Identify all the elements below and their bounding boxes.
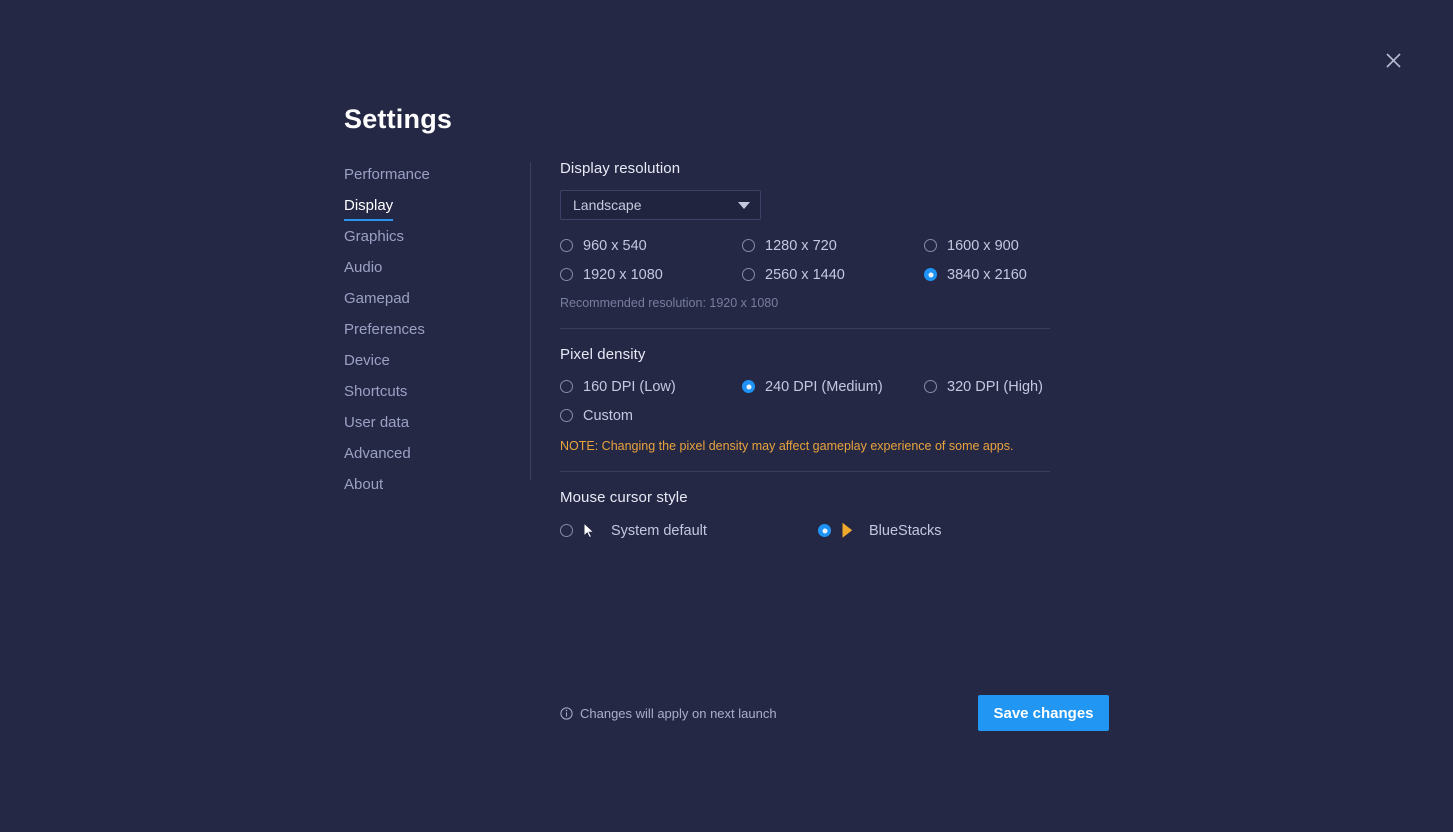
sidebar-item-user-data[interactable]: User data: [344, 413, 519, 444]
sidebar-item-label: Display: [344, 196, 394, 221]
resolution-option-1600x900[interactable]: 1600 x 900: [924, 235, 1050, 256]
mouse-cursor-style-title: Mouse cursor style: [560, 489, 688, 506]
sidebar-item-audio[interactable]: Audio: [344, 258, 519, 289]
orientation-dropdown-value: Landscape: [573, 197, 642, 213]
sidebar-item-performance[interactable]: Performance: [344, 165, 519, 196]
info-icon: [560, 706, 573, 720]
resolution-option-label: 2560 x 1440: [765, 266, 845, 283]
sidebar-item-label: Audio: [344, 259, 383, 276]
pixel-density-section: Pixel density 160 DPI (Low) 240 DPI (Med…: [560, 346, 1050, 453]
pixel-density-radio-group: 160 DPI (Low) 240 DPI (Medium) 320 DPI (…: [560, 376, 1050, 426]
mouse-cursor-radio-group: System default BlueStacks: [560, 520, 1050, 541]
sidebar-item-graphics[interactable]: Graphics: [344, 227, 519, 258]
pixel-density-option-240[interactable]: 240 DPI (Medium): [742, 376, 924, 397]
radio-icon: [560, 409, 573, 422]
radio-icon: [560, 268, 573, 281]
resolution-option-3840x2160[interactable]: 3840 x 2160: [924, 264, 1050, 285]
pixel-density-option-label: 320 DPI (High): [947, 378, 1043, 395]
settings-sidebar: Performance Display Graphics Audio Gamep…: [344, 165, 519, 506]
pixel-density-option-160[interactable]: 160 DPI (Low): [560, 376, 742, 397]
bluestacks-cursor-icon: [841, 522, 857, 539]
settings-content: Display resolution Landscape 960 x 540 1…: [560, 160, 1050, 541]
mouse-cursor-style-section: Mouse cursor style System default BlueSt…: [560, 489, 1050, 541]
sidebar-item-device[interactable]: Device: [344, 351, 519, 382]
save-changes-button[interactable]: Save changes: [978, 695, 1109, 731]
radio-icon: [924, 268, 937, 281]
cursor-option-label: System default: [611, 522, 707, 539]
sidebar-item-gamepad[interactable]: Gamepad: [344, 289, 519, 320]
cursor-option-system-default[interactable]: System default: [560, 520, 818, 541]
system-cursor-icon: [583, 522, 599, 539]
footer-note-text: Changes will apply on next launch: [580, 705, 777, 721]
radio-icon: [924, 239, 937, 252]
sidebar-item-label: Device: [344, 352, 390, 369]
radio-icon: [560, 524, 573, 537]
sidebar-item-about[interactable]: About: [344, 475, 519, 506]
resolution-option-label: 960 x 540: [583, 237, 647, 254]
resolution-radio-group: 960 x 540 1280 x 720 1600 x 900 1920 x 1…: [560, 235, 1050, 285]
pixel-density-title: Pixel density: [560, 346, 646, 363]
sidebar-item-label: Preferences: [344, 321, 425, 338]
settings-window: Settings Performance Display Graphics Au…: [0, 0, 1453, 832]
resolution-option-2560x1440[interactable]: 2560 x 1440: [742, 264, 924, 285]
cursor-option-label: BlueStacks: [869, 522, 942, 539]
pixel-density-option-custom[interactable]: Custom: [560, 405, 742, 426]
radio-icon: [742, 268, 755, 281]
display-resolution-title: Display resolution: [560, 160, 681, 177]
pixel-density-option-label: 160 DPI (Low): [583, 378, 676, 395]
chevron-down-icon: [738, 201, 750, 209]
sidebar-item-label: Graphics: [344, 228, 405, 245]
radio-icon: [924, 380, 937, 393]
pixel-density-note: NOTE: Changing the pixel density may aff…: [560, 439, 1014, 453]
sidebar-item-display[interactable]: Display: [344, 196, 519, 227]
close-icon: [1386, 53, 1401, 68]
resolution-option-1280x720[interactable]: 1280 x 720: [742, 235, 924, 256]
sidebar-item-label: About: [344, 476, 384, 493]
recommended-resolution-text: Recommended resolution: 1920 x 1080: [560, 296, 779, 310]
pixel-density-option-label: Custom: [583, 407, 633, 424]
page-title: Settings: [344, 104, 453, 134]
radio-icon: [560, 239, 573, 252]
radio-icon: [818, 524, 831, 537]
sidebar-item-label: Advanced: [344, 445, 411, 462]
sidebar-content-divider: [530, 162, 531, 480]
resolution-option-label: 1920 x 1080: [583, 266, 663, 283]
resolution-option-960x540[interactable]: 960 x 540: [560, 235, 742, 256]
sidebar-item-advanced[interactable]: Advanced: [344, 444, 519, 475]
close-button[interactable]: [1380, 47, 1407, 74]
footer-note: Changes will apply on next launch: [560, 706, 777, 721]
resolution-option-label: 1280 x 720: [765, 237, 837, 254]
resolution-option-1920x1080[interactable]: 1920 x 1080: [560, 264, 742, 285]
sidebar-item-label: Shortcuts: [344, 383, 408, 400]
sidebar-item-label: Gamepad: [344, 290, 410, 307]
radio-icon: [742, 380, 755, 393]
settings-footer: Changes will apply on next launch Save c…: [560, 695, 1109, 731]
display-resolution-section: Display resolution Landscape 960 x 540 1…: [560, 160, 1050, 310]
resolution-option-label: 1600 x 900: [947, 237, 1019, 254]
sidebar-item-label: Performance: [344, 166, 430, 183]
sidebar-item-label: User data: [344, 414, 410, 431]
cursor-option-bluestacks[interactable]: BlueStacks: [818, 520, 1050, 541]
pixel-density-option-320[interactable]: 320 DPI (High): [924, 376, 1050, 397]
sidebar-item-shortcuts[interactable]: Shortcuts: [344, 382, 519, 413]
radio-icon: [560, 380, 573, 393]
radio-icon: [742, 239, 755, 252]
orientation-dropdown[interactable]: Landscape: [560, 190, 761, 220]
sidebar-item-preferences[interactable]: Preferences: [344, 320, 519, 351]
pixel-density-option-label: 240 DPI (Medium): [765, 378, 883, 395]
resolution-option-label: 3840 x 2160: [947, 266, 1027, 283]
